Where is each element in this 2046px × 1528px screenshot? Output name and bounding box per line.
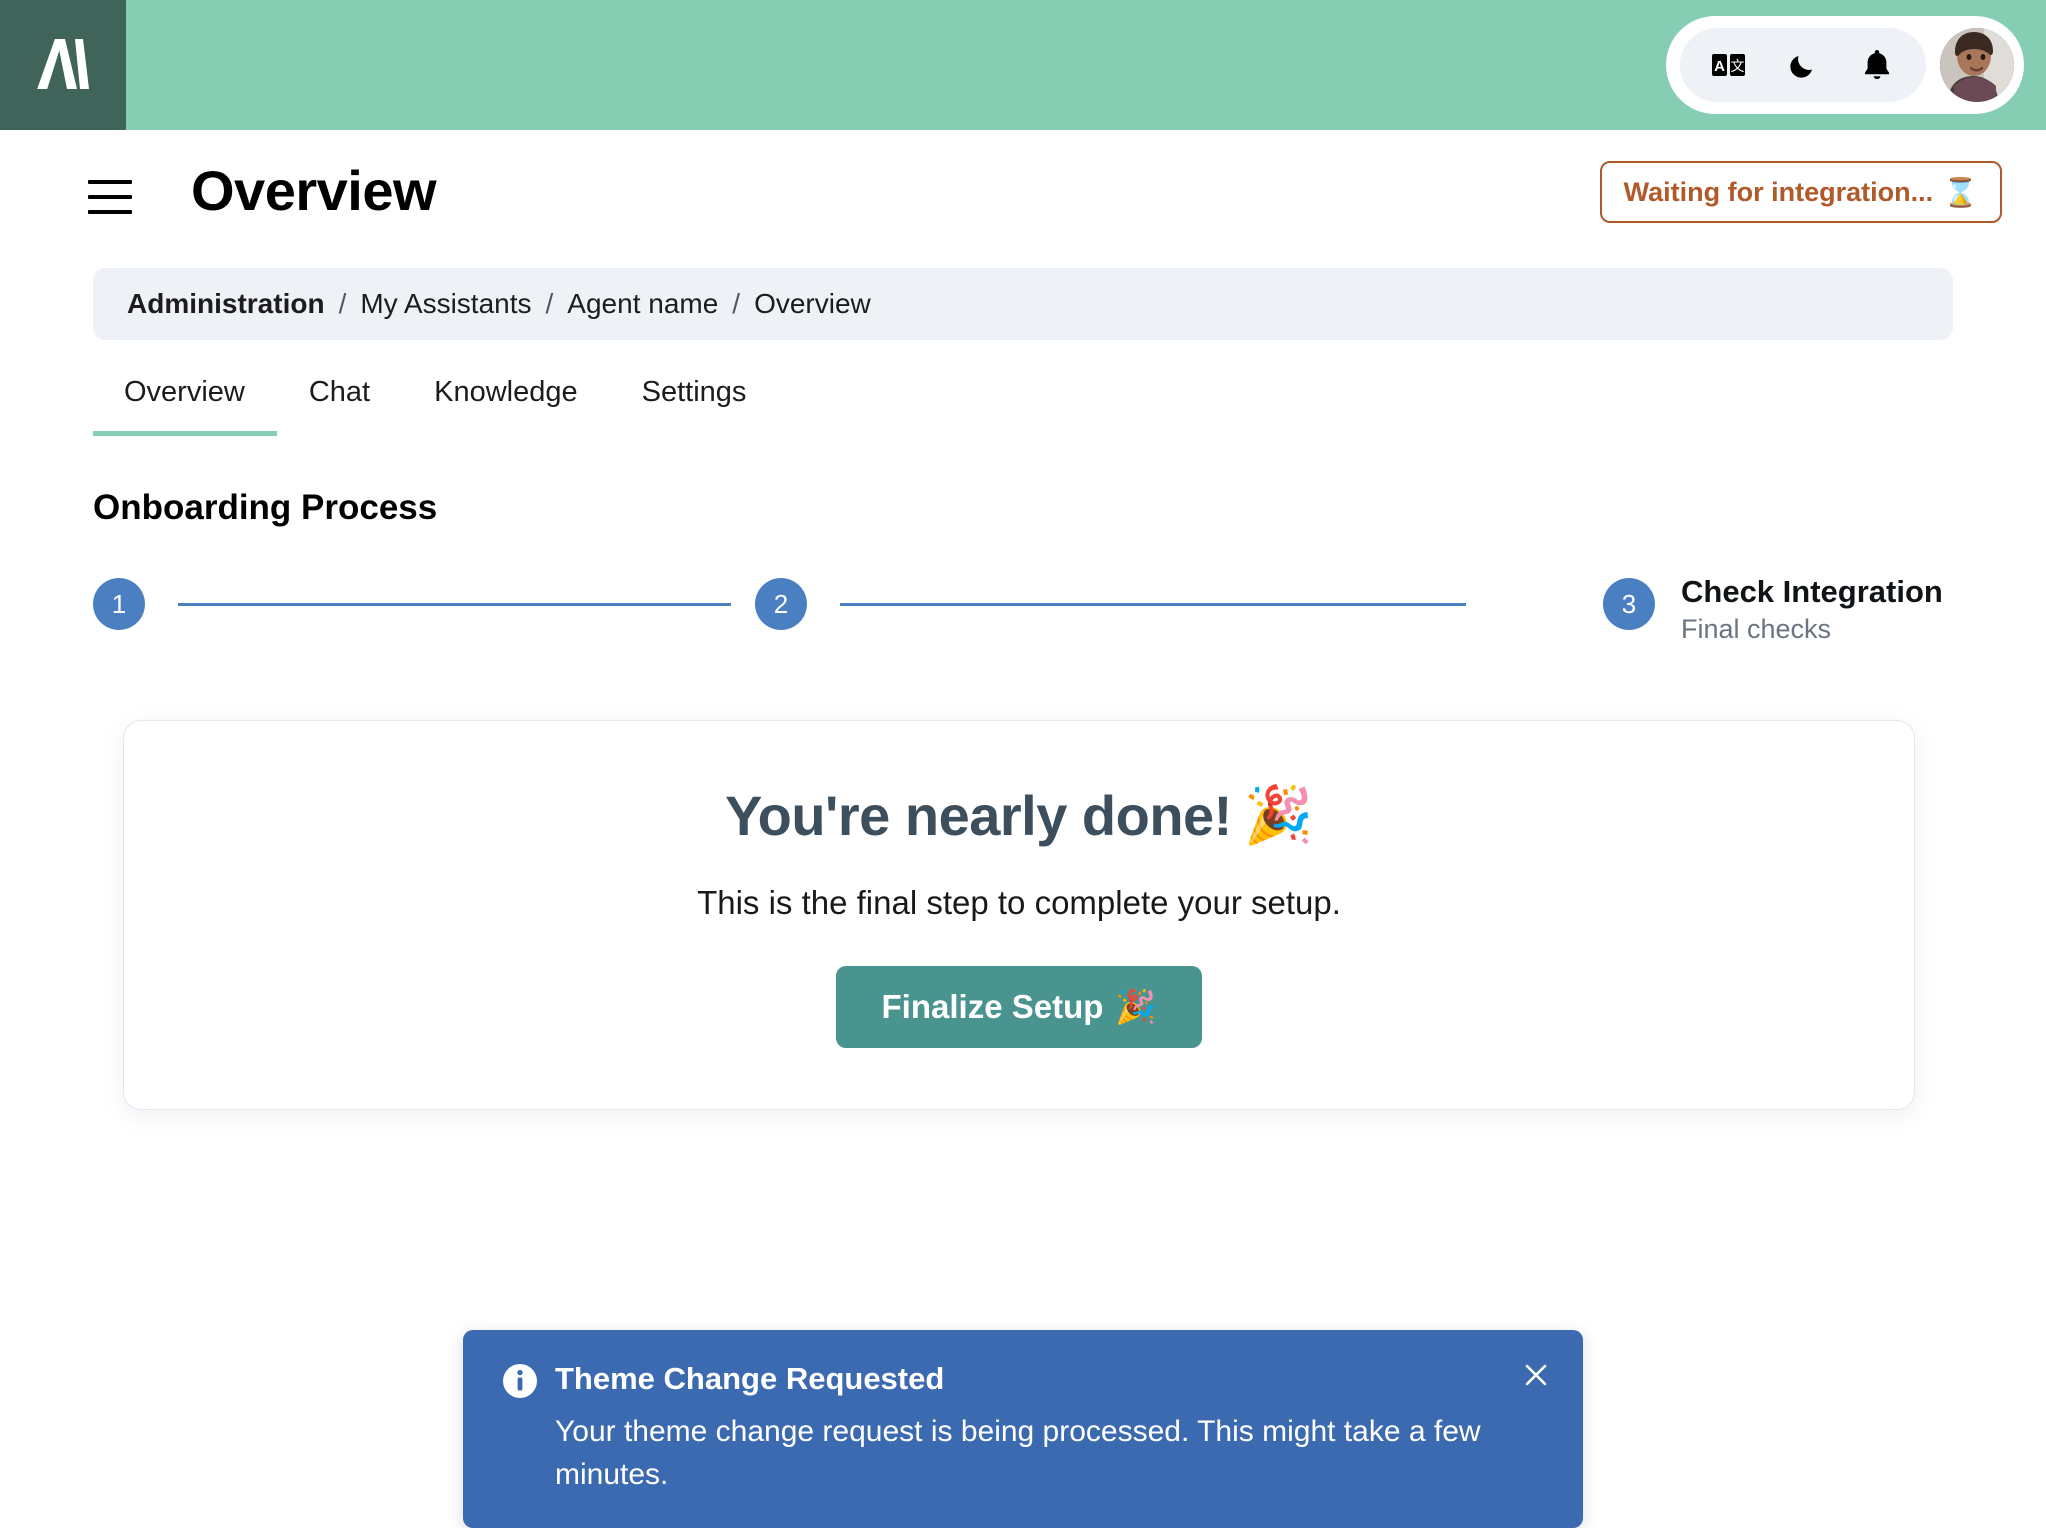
card-title-text: You're nearly done! [724,783,1232,847]
status-badge-label: Waiting for integration... [1623,176,1934,207]
step-3-text: Check Integration Final checks [1681,573,1943,647]
breadcrumb-item-overview[interactable]: Overview [754,288,871,320]
toast-message: Your theme change request is being proce… [555,1415,1481,1491]
app-logo[interactable] [0,0,126,130]
top-actions-pill: A 文 [1666,16,2024,114]
notifications-icon[interactable] [1844,34,1910,96]
onboarding-stepper: 1 2 3 Check Integration Final checks [93,574,1953,688]
svg-text:A: A [1714,58,1725,75]
step-1-circle[interactable]: 1 [93,578,145,630]
toast-body: Theme Change Requested Your theme change… [555,1360,1549,1496]
step-3-circle[interactable]: 3 [1603,578,1655,630]
toast-title: Theme Change Requested [555,1361,945,1396]
tab-bar: Overview Chat Knowledge Settings [93,376,778,436]
section-title: Onboarding Process [93,488,438,527]
top-bar: A 文 [0,0,2046,130]
hamburger-line [88,180,132,184]
app-root: A 文 Overview Waiting for integration... … [0,0,2046,1528]
tab-knowledge[interactable]: Knowledge [402,376,610,436]
breadcrumb-separator: / [545,288,554,319]
breadcrumb-item-agent-name[interactable]: Agent name [567,288,718,320]
avatar[interactable] [1940,28,2014,102]
party-popper-icon: 🎉 [1115,987,1157,1025]
breadcrumb-item-my-assistants[interactable]: My Assistants [360,288,531,320]
breadcrumb: Administration / My Assistants / Agent n… [93,268,1953,340]
hamburger-line [88,195,132,199]
finalize-setup-label: Finalize Setup [881,988,1104,1025]
step-3-subtitle: Final checks [1681,613,1832,644]
tab-chat[interactable]: Chat [277,376,402,436]
hamburger-line [88,210,132,214]
dark-mode-icon[interactable] [1770,34,1836,96]
icon-group: A 文 [1680,28,1926,102]
svg-text:文: 文 [1731,58,1745,74]
breadcrumb-separator: / [338,288,347,319]
info-icon [503,1364,537,1398]
step-connector-1 [178,603,731,606]
card-title: You're nearly done! 🎉 [724,782,1314,848]
final-step-card: You're nearly done! 🎉 This is the final … [123,720,1915,1110]
translate-icon[interactable]: A 文 [1696,34,1762,96]
finalize-setup-button[interactable]: Finalize Setup 🎉 [835,966,1203,1048]
party-popper-icon: 🎉 [1243,783,1314,846]
breadcrumb-separator: / [732,288,741,319]
page-title: Overview [191,159,437,222]
step-connector-2 [840,603,1466,606]
tab-overview[interactable]: Overview [93,376,277,436]
tab-settings[interactable]: Settings [610,376,779,436]
toast-row: Theme Change Requested Your theme change… [503,1360,1549,1496]
card-subtitle: This is the final step to complete your … [697,884,1341,921]
step-2-circle[interactable]: 2 [755,578,807,630]
breadcrumb-item-administration[interactable]: Administration [127,288,325,320]
step-3-title: Check Integration [1681,574,1943,609]
toast-notification: Theme Change Requested Your theme change… [463,1330,1583,1528]
status-badge[interactable]: Waiting for integration... ⌛ [1599,161,2002,223]
hourglass-icon: ⌛ [1943,176,1978,208]
close-icon[interactable] [1515,1354,1557,1396]
menu-toggle-icon[interactable] [88,180,132,214]
